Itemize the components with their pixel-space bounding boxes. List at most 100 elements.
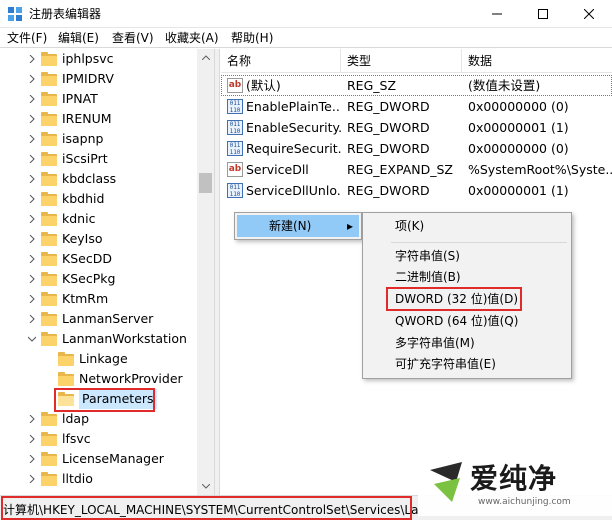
string-value-icon: ab xyxy=(227,78,243,93)
submenu-item-string-value[interactable]: 字符串值(S) xyxy=(395,245,460,267)
tree-item[interactable]: LicenseManager xyxy=(26,449,164,469)
tree-item[interactable]: iphlpsvc xyxy=(26,49,114,69)
folder-icon xyxy=(41,332,57,346)
chevron-right-icon[interactable] xyxy=(26,269,38,289)
value-name: EnableSecurity... xyxy=(246,120,341,135)
tree-item[interactable]: KtmRm xyxy=(26,289,108,309)
chevron-right-icon[interactable] xyxy=(26,69,38,89)
chevron-right-icon[interactable] xyxy=(26,49,38,69)
tree-item-label: KSecDD xyxy=(62,251,112,266)
chevron-right-icon[interactable] xyxy=(26,209,38,229)
tree-scrollbar[interactable] xyxy=(197,49,214,495)
tree-item-label: kbdclass xyxy=(62,171,117,186)
tree-item[interactable]: iScsiPrt xyxy=(26,149,108,169)
registry-tree: iphlpsvc IPMIDRV IPNAT IRENUM isapnp iSc… xyxy=(0,49,214,495)
tree-item-label: kdnic xyxy=(62,211,96,226)
chevron-right-icon[interactable] xyxy=(26,169,38,189)
tree-item[interactable]: isapnp xyxy=(26,129,103,149)
tree-item[interactable]: KSecPkg xyxy=(26,269,115,289)
chevron-right-icon[interactable] xyxy=(26,129,38,149)
chevron-right-icon[interactable] xyxy=(26,149,38,169)
table-row[interactable]: 011 110 EnableSecurity... REG_DWORD 0x000… xyxy=(221,117,612,138)
scrollbar-thumb[interactable] xyxy=(199,173,212,193)
context-menu-new[interactable]: 新建(N) ▸ xyxy=(237,215,359,237)
tree-item[interactable]: kbdclass xyxy=(26,169,116,189)
string-value-icon: ab xyxy=(227,162,243,177)
tree-item-label: Linkage xyxy=(79,351,128,366)
submenu-item-expandable-string-value[interactable]: 可扩充字符串值(E) xyxy=(395,353,496,375)
pane-splitter[interactable] xyxy=(214,49,220,495)
menu-view[interactable]: 查看(V) xyxy=(112,30,154,46)
table-row[interactable]: 011 110 RequireSecurit... REG_DWORD 0x000… xyxy=(221,138,612,159)
folder-icon xyxy=(41,192,57,206)
folder-icon xyxy=(41,472,57,486)
chevron-right-icon[interactable] xyxy=(26,309,38,329)
column-header-name[interactable]: 名称 xyxy=(221,49,341,73)
maximize-button[interactable] xyxy=(520,0,566,28)
tree-item[interactable]: KSecDD xyxy=(26,249,112,269)
tree-item[interactable]: NetworkProvider xyxy=(43,369,183,389)
tree-item[interactable]: lfsvc xyxy=(26,429,91,449)
tree-item-label: LanmanServer xyxy=(62,311,154,326)
dword-value-icon: 011 110 xyxy=(227,183,243,198)
tree-item-label: kbdhid xyxy=(62,191,105,206)
column-header-type[interactable]: 类型 xyxy=(341,49,462,73)
tree-item[interactable]: kdnic xyxy=(26,209,95,229)
path-highlight-box xyxy=(1,496,412,520)
tree-item-label: IPNAT xyxy=(62,91,98,106)
table-row[interactable]: ab ServiceDll REG_EXPAND_SZ %SystemRoot%… xyxy=(221,159,612,180)
folder-icon xyxy=(41,132,57,146)
folder-icon xyxy=(58,352,74,366)
tree-item[interactable]: IPMIDRV xyxy=(26,69,114,89)
tree-item-label: IPMIDRV xyxy=(62,71,114,86)
chevron-right-icon[interactable] xyxy=(26,289,38,309)
chevron-right-icon[interactable] xyxy=(26,429,38,449)
tree-item-label: iScsiPrt xyxy=(62,151,108,166)
tree-item-label: ldap xyxy=(62,411,90,426)
submenu-item-qword-value[interactable]: QWORD (64 位)值(Q) xyxy=(395,310,518,332)
menu-file[interactable]: 文件(F) xyxy=(7,30,47,46)
tree-item[interactable]: LanmanServer xyxy=(26,309,153,329)
menu-help[interactable]: 帮助(H) xyxy=(231,30,273,46)
watermark-text: 爱纯净 xyxy=(470,462,558,495)
tree-item[interactable]: lltdio xyxy=(26,469,93,489)
table-row[interactable]: 011 110 ServiceDllUnlo... REG_DWORD 0x000… xyxy=(221,180,612,201)
submenu-item-key[interactable]: 项(K) xyxy=(395,215,424,237)
tree-item[interactable]: ldap xyxy=(26,409,89,429)
tree-item[interactable]: IRENUM xyxy=(26,109,112,129)
scroll-up-icon[interactable] xyxy=(197,49,214,66)
value-data: %SystemRoot%\Syste... xyxy=(468,162,612,177)
tree-item[interactable]: Linkage xyxy=(43,349,128,369)
chevron-right-icon[interactable] xyxy=(26,189,38,209)
scroll-down-icon[interactable] xyxy=(197,478,214,495)
window-title: 注册表编辑器 xyxy=(29,7,102,21)
chevron-right-icon[interactable] xyxy=(26,449,38,469)
column-header-data[interactable]: 数据 xyxy=(462,49,612,73)
folder-icon xyxy=(41,272,57,286)
tree-item[interactable]: KeyIso xyxy=(26,229,103,249)
tree-item[interactable]: LanmanWorkstation xyxy=(26,329,187,349)
menu-favorites[interactable]: 收藏夹(A) xyxy=(165,30,219,46)
chevron-right-icon[interactable] xyxy=(26,249,38,269)
submenu-item-multi-string-value[interactable]: 多字符串值(M) xyxy=(395,332,475,354)
chevron-right-icon[interactable] xyxy=(26,109,38,129)
folder-icon xyxy=(41,312,57,326)
chevron-right-icon[interactable] xyxy=(26,469,38,489)
tree-item-label: iphlpsvc xyxy=(62,51,114,66)
chevron-right-icon[interactable] xyxy=(26,229,38,249)
chevron-right-icon[interactable] xyxy=(26,409,38,429)
table-row[interactable]: 011 110 EnablePlainTe... REG_DWORD 0x0000… xyxy=(221,96,612,117)
chevron-right-icon[interactable] xyxy=(26,89,38,109)
table-row[interactable]: ab (默认) REG_SZ (数值未设置) xyxy=(221,75,612,96)
submenu-item-binary-value[interactable]: 二进制值(B) xyxy=(395,266,461,288)
close-button[interactable] xyxy=(566,0,612,28)
submenu-arrow-icon: ▸ xyxy=(347,219,354,233)
minimize-button[interactable] xyxy=(474,0,520,28)
chevron-down-icon[interactable] xyxy=(26,329,38,349)
folder-icon xyxy=(41,412,57,426)
menu-edit[interactable]: 编辑(E) xyxy=(58,30,99,46)
tree-item[interactable]: IPNAT xyxy=(26,89,98,109)
menu-separator xyxy=(391,242,567,243)
tree-item[interactable]: kbdhid xyxy=(26,189,104,209)
